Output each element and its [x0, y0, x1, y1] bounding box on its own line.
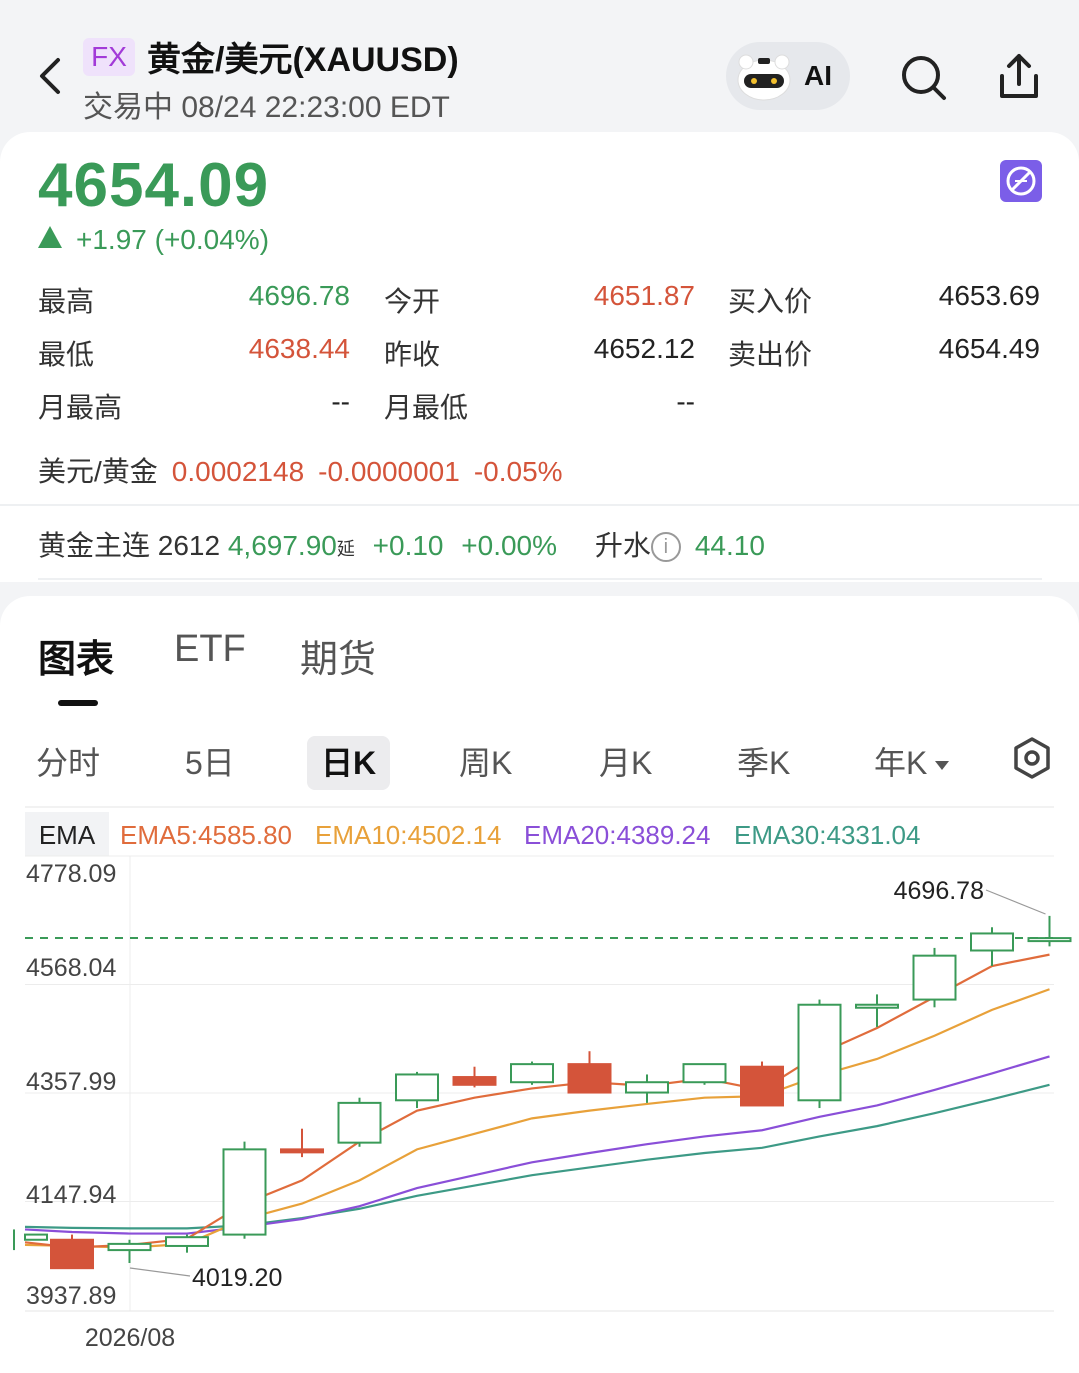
up-arrow-icon [38, 226, 62, 248]
candle-body [682, 1063, 727, 1084]
legend-ema20: EMA20:4389.24 [524, 820, 710, 850]
y-tick-label: 4568.04 [26, 954, 116, 982]
candle-body [510, 1063, 554, 1084]
top-bar: FX 黄金/美元(XAUUSD) 交易中 08/24 22:23:00 EDT … [0, 0, 1079, 132]
low-value: 4638.44 [248, 333, 350, 364]
indicator-label: EMA [39, 820, 96, 850]
price-change: +1.97 (+0.04%) [38, 224, 269, 256]
usd-gold-value: 0.0002148 [171, 456, 305, 487]
bid-label: 买入价 [728, 286, 813, 317]
candle-body [740, 1065, 784, 1107]
prev-close-label: 昨收 [384, 339, 441, 370]
min-leader-line [129, 1267, 191, 1277]
y-tick-label: 4357.99 [26, 1068, 116, 1096]
candle-body [970, 932, 1014, 952]
candle-body [50, 1238, 94, 1270]
candle-body [855, 1003, 899, 1009]
month-low-value: -- [676, 386, 695, 417]
month-high-label: 月最高 [38, 392, 123, 423]
ai-assistant-button[interactable]: AI [726, 42, 850, 110]
max-leader-line [985, 889, 1046, 915]
candle-body [337, 1101, 382, 1144]
premium-value: 44.10 [694, 530, 765, 561]
search-icon[interactable] [898, 52, 950, 104]
ask-value: 4654.49 [938, 333, 1040, 364]
candle-body [280, 1148, 324, 1154]
candle-body [222, 1148, 267, 1236]
futures-pct: +0.00% [461, 530, 558, 561]
high-value: 4696.78 [248, 280, 350, 311]
ema30-line [24, 1083, 1050, 1230]
fx-badge: FX [83, 38, 135, 76]
chart-card: 图表 ETF 期货 分时 5日 日K 周K 月K 季K 年K EMA EMA5:4… [0, 596, 1079, 1373]
ask-label: 卖出价 [728, 339, 813, 370]
y-tick-label: 3937.89 [26, 1282, 116, 1310]
candle-body [395, 1073, 439, 1102]
low-label: 最低 [38, 339, 95, 370]
max-price-label: 4696.78 [894, 877, 984, 905]
candle-body [1027, 937, 1072, 943]
open-label: 今开 [384, 286, 441, 317]
ai-mascot-icon [736, 50, 792, 102]
candle-body [24, 1233, 48, 1241]
futures-price: 4,697.90 [227, 530, 337, 561]
open-value: 4651.87 [593, 280, 695, 311]
back-icon[interactable] [30, 54, 70, 98]
min-price-label: 4019.20 [192, 1264, 282, 1292]
trading-status: 交易中 08/24 22:23:00 EDT [83, 91, 450, 124]
ema10-line [24, 988, 1050, 1249]
usd-gold-row: 美元/黄金 0.0002148 -0.0000001 -0.05% [38, 450, 577, 490]
share-icon[interactable] [992, 50, 1046, 104]
bid-value: 4653.69 [938, 280, 1040, 311]
no-ads-icon[interactable] [1000, 160, 1042, 202]
info-icon[interactable]: i [650, 532, 681, 562]
candle-body [625, 1081, 669, 1094]
high-label: 最高 [38, 286, 95, 317]
candle-body [452, 1076, 497, 1086]
divider [38, 578, 1042, 580]
candlestick-chart[interactable]: EMA EMA5:4585.80 EMA10:4502.14 EMA20:4389.2… [0, 596, 1079, 1373]
legend-ema10: EMA10:4502.14 [315, 820, 501, 850]
candle-body [797, 1003, 842, 1102]
page-title: 黄金/美元(XAUUSD) [147, 41, 459, 79]
futures-change: +0.10 [372, 530, 444, 561]
candle-body [567, 1063, 612, 1094]
usd-gold-label: 美元/黄金 [38, 456, 158, 487]
premium-label: 升水 [594, 530, 651, 561]
x-axis-label: 2026/08 [85, 1324, 175, 1352]
ai-label: AI [804, 60, 832, 91]
legend-ema5: EMA5:4585.80 [120, 820, 292, 850]
usd-gold-pct: -0.05% [473, 456, 563, 487]
prev-close-value: 4652.12 [593, 333, 695, 364]
divider [0, 504, 1079, 506]
legend-ema30: EMA30:4331.04 [734, 820, 920, 850]
gold-futures-row[interactable]: 黄金主连 2612 4,697.90延 +0.10 +0.00% 升水 i 44.1… [38, 524, 1038, 564]
quote-card: 4654.09 +1.97 (+0.04%) 最高 4696.78 今开 465… [0, 132, 1079, 582]
current-price: 4654.09 [38, 151, 270, 220]
y-tick-label: 4778.09 [26, 860, 116, 888]
y-tick-label: 4147.94 [26, 1181, 116, 1209]
month-low-label: 月最低 [384, 392, 469, 423]
futures-label: 黄金主连 2612 [38, 530, 221, 561]
month-high-value: -- [331, 386, 350, 417]
candle-body [165, 1236, 209, 1247]
usd-gold-change: -0.0000001 [318, 456, 460, 487]
delay-tag: 延 [336, 539, 355, 559]
candle-body [107, 1242, 152, 1252]
candle-body [912, 954, 957, 1001]
